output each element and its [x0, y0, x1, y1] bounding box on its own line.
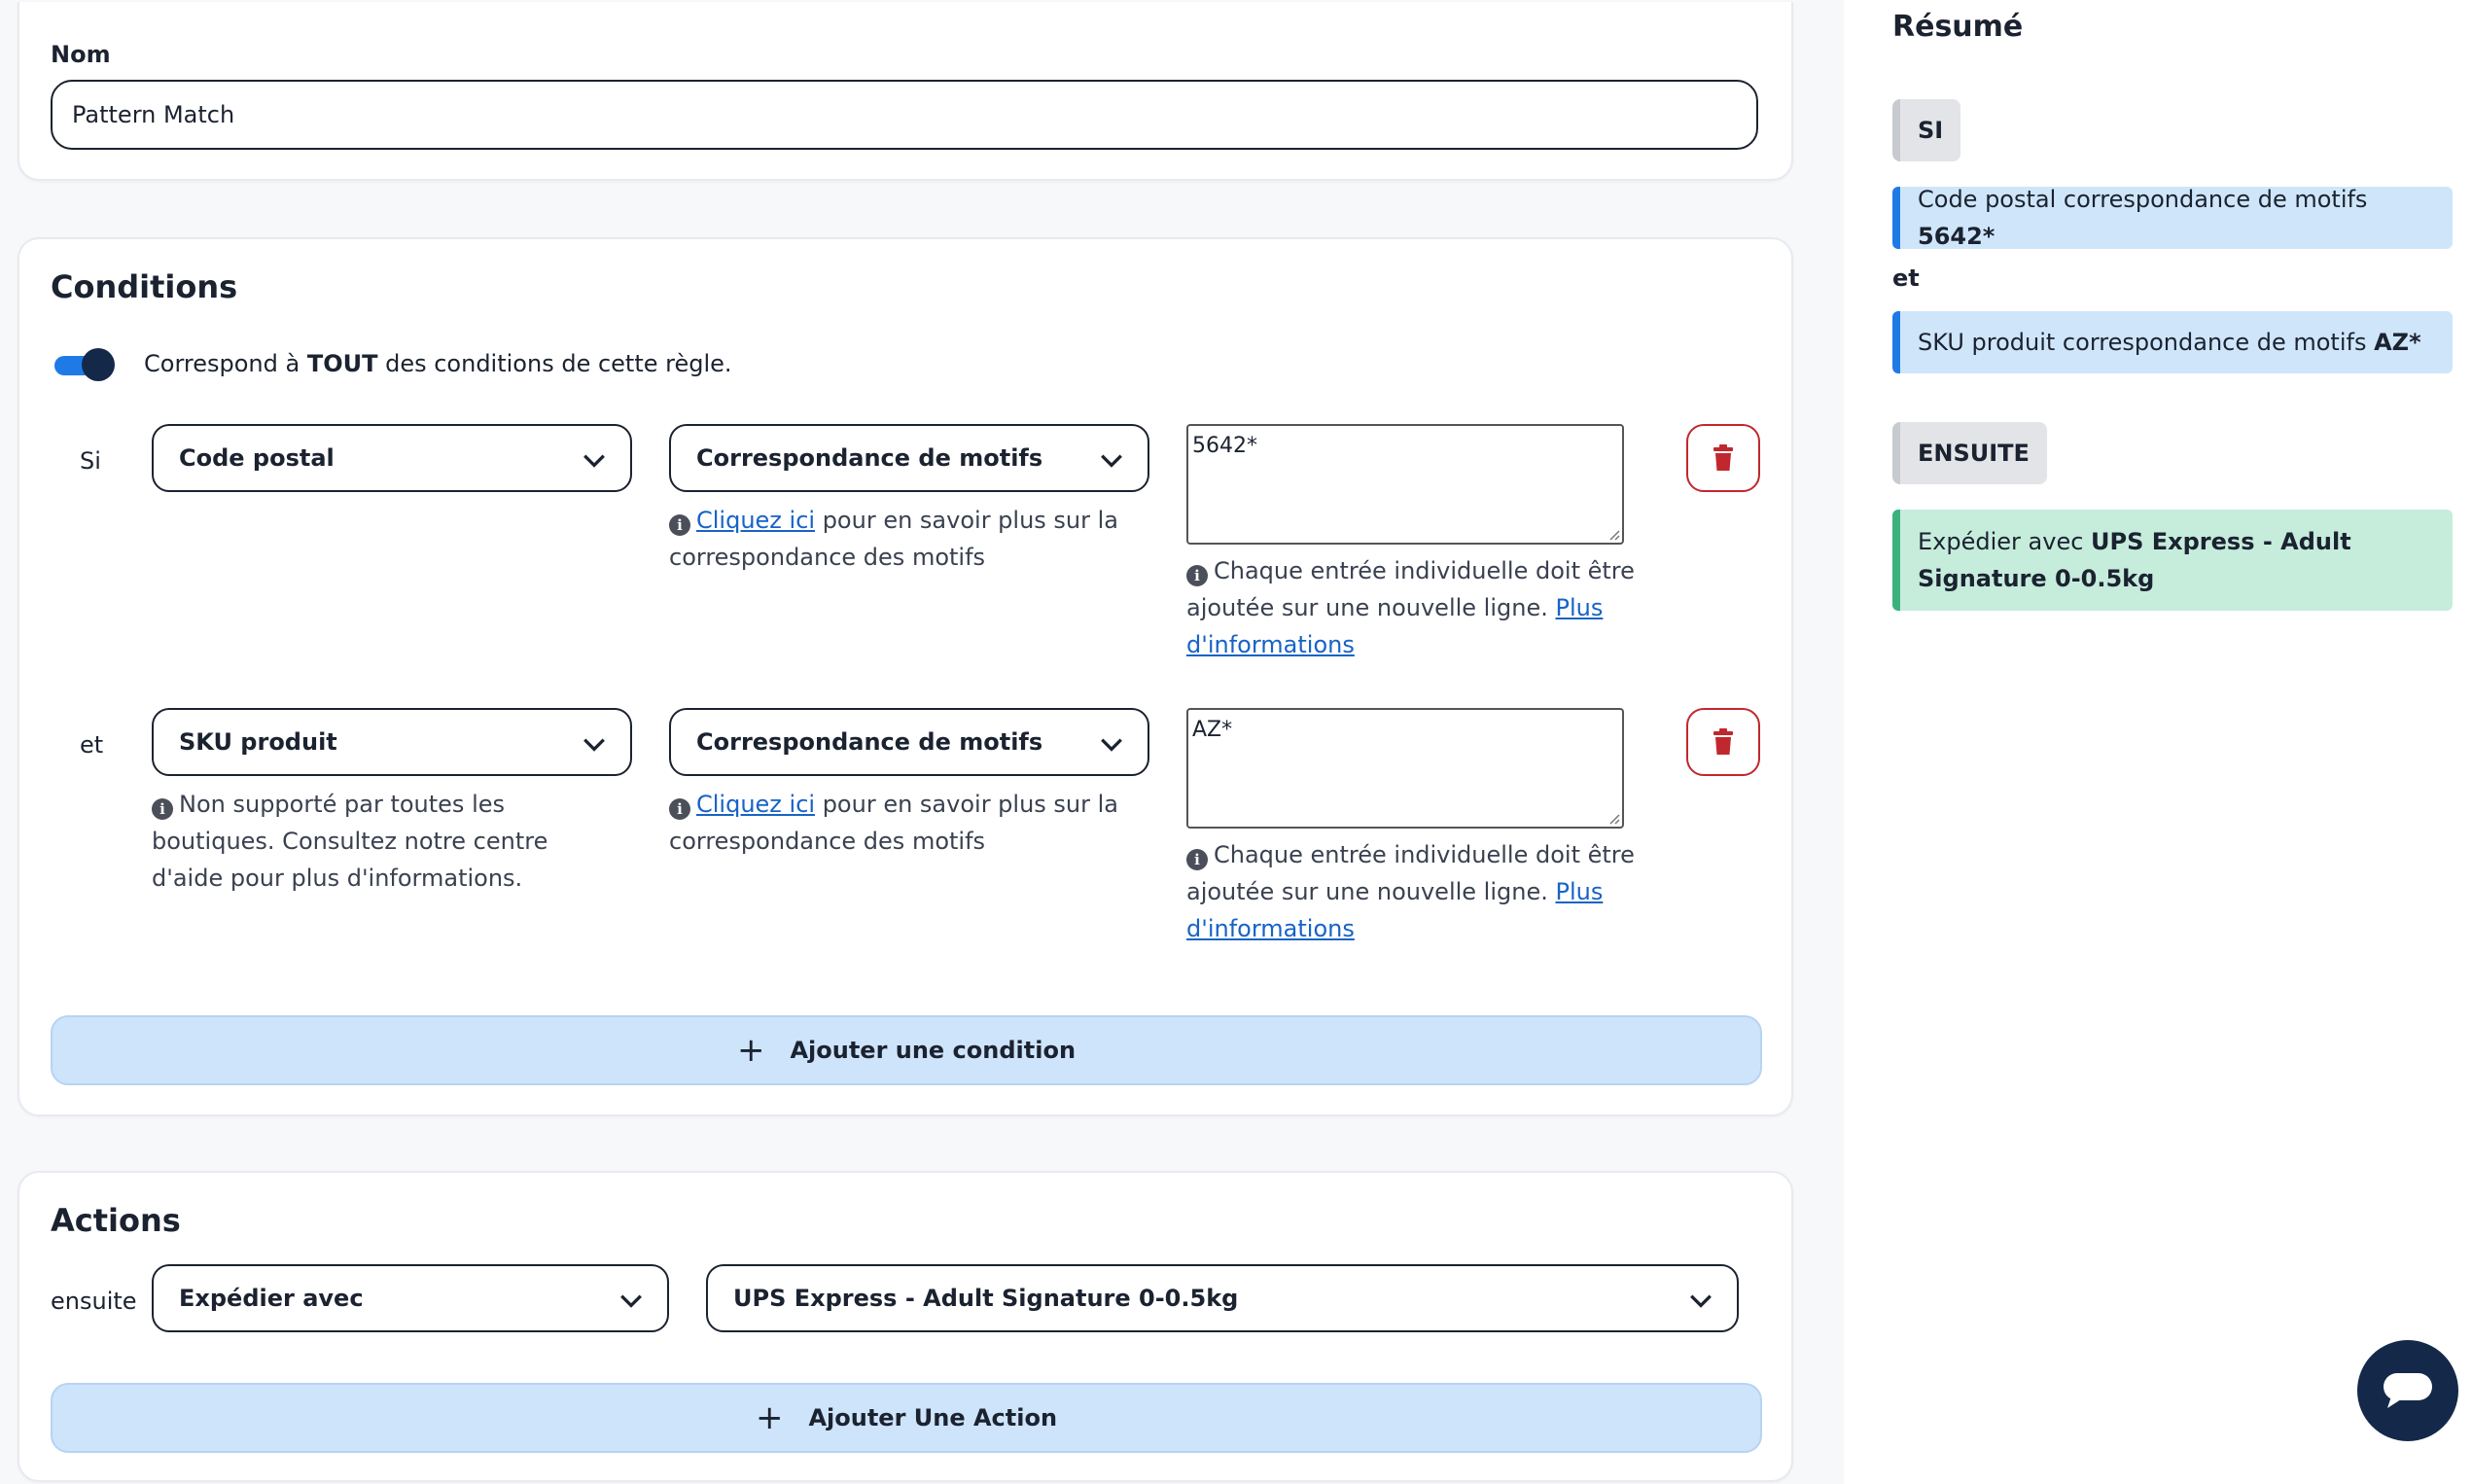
select-value: Correspondance de motifs: [696, 444, 1043, 472]
condition-value-textarea[interactable]: 5642*: [1186, 424, 1624, 545]
chevron-down-icon: [1101, 454, 1122, 468]
actions-card: Actions ensuite Expédier avec UPS Expres…: [18, 1171, 1793, 1482]
chat-button[interactable]: [2357, 1340, 2458, 1441]
chevron-down-icon: [1690, 1294, 1712, 1308]
plus-icon: +: [736, 1031, 765, 1070]
summary-action-text: Expédier avec: [1918, 528, 2092, 555]
condition-field-select[interactable]: SKU produit: [152, 708, 632, 776]
summary-condition-value: 5642*: [1918, 223, 1995, 250]
actions-title: Actions: [51, 1202, 181, 1239]
value-help: i Chaque entrée individuelle doit être aj…: [1186, 836, 1643, 947]
condition-value-textarea[interactable]: AZ*: [1186, 708, 1624, 829]
trash-icon: [1713, 728, 1733, 755]
summary-title: Résumé: [1892, 10, 2024, 44]
trash-icon: [1713, 444, 1733, 471]
then-badge: ENSUITE: [1892, 422, 2047, 484]
resize-handle-icon[interactable]: [1607, 811, 1620, 825]
summary-action: Expédier avec UPS Express - Adult Signat…: [1892, 510, 2453, 611]
info-icon: i: [669, 514, 690, 536]
info-icon: i: [669, 798, 690, 820]
select-value: Expédier avec: [179, 1285, 364, 1312]
info-icon: i: [152, 798, 173, 820]
delete-condition-button[interactable]: [1686, 708, 1760, 776]
chevron-down-icon: [620, 1294, 642, 1308]
summary-condition: Code postal correspondance de motifs 564…: [1892, 186, 2453, 250]
conditions-card: Conditions Correspond à TOUT des conditi…: [18, 237, 1793, 1116]
plus-icon: +: [755, 1398, 784, 1437]
condition-operator-select[interactable]: Correspondance de motifs: [669, 708, 1149, 776]
add-action-button[interactable]: + Ajouter Une Action: [51, 1383, 1762, 1453]
action-row-label: ensuite: [51, 1288, 137, 1315]
summary-condition-text: SKU produit correspondance de motifs: [1918, 329, 2375, 356]
add-condition-label: Ajouter une condition: [790, 1037, 1077, 1064]
condition-row-label: Si: [80, 447, 101, 475]
summary-condition-text: Code postal correspondance de motifs: [1918, 186, 2368, 213]
match-suffix: des conditions de cette règle.: [377, 350, 732, 377]
value-help: i Chaque entrée individuelle doit être aj…: [1186, 552, 1643, 663]
learn-more-link[interactable]: Cliquez ici: [696, 791, 815, 818]
summary-condition: SKU produit correspondance de motifs AZ*: [1892, 311, 2453, 373]
learn-more-link[interactable]: Cliquez ici: [696, 507, 815, 534]
name-card: Nom Pattern Match: [18, 2, 1793, 181]
info-icon: i: [1186, 565, 1208, 586]
chevron-down-icon: [583, 738, 605, 752]
textarea-value: 5642*: [1192, 434, 1257, 458]
resize-handle-icon[interactable]: [1607, 527, 1620, 541]
summary-condition-value: AZ*: [2374, 329, 2421, 356]
field-help: i Non supporté par toutes les boutiques. …: [152, 786, 609, 897]
match-all-text: Correspond à TOUT des conditions de cett…: [144, 350, 732, 377]
delete-condition-button[interactable]: [1686, 424, 1760, 492]
add-action-label: Ajouter Une Action: [808, 1404, 1058, 1431]
toggle-knob: [82, 348, 115, 381]
name-label: Nom: [51, 41, 111, 68]
condition-field-select[interactable]: Code postal: [152, 424, 632, 492]
action-type-select[interactable]: Expédier avec: [152, 1264, 669, 1332]
field-help-text: Non supporté par toutes les boutiques. C…: [152, 791, 548, 892]
operator-help: i Cliquez ici pour en savoir plus sur la …: [669, 502, 1126, 576]
if-badge: SI: [1892, 99, 1961, 161]
name-input[interactable]: Pattern Match: [51, 80, 1758, 150]
select-value: UPS Express - Adult Signature 0-0.5kg: [733, 1285, 1239, 1312]
add-condition-button[interactable]: + Ajouter une condition: [51, 1015, 1762, 1085]
chevron-down-icon: [1101, 738, 1122, 752]
chevron-down-icon: [583, 454, 605, 468]
match-all-toggle[interactable]: [54, 348, 115, 381]
info-icon: i: [1186, 849, 1208, 870]
select-value: SKU produit: [179, 728, 337, 756]
chat-icon: [2384, 1373, 2432, 1408]
match-prefix: Correspond à: [144, 350, 307, 377]
shipping-service-select[interactable]: UPS Express - Adult Signature 0-0.5kg: [706, 1264, 1739, 1332]
select-value: Correspondance de motifs: [696, 728, 1043, 756]
summary-sidebar: Résumé SI Code postal correspondance de …: [1844, 0, 2472, 1484]
textarea-value: AZ*: [1192, 718, 1233, 742]
conditions-title: Conditions: [51, 268, 238, 305]
summary-and-label: et: [1892, 265, 1920, 292]
condition-operator-select[interactable]: Correspondance de motifs: [669, 424, 1149, 492]
condition-row-label: et: [80, 731, 104, 759]
select-value: Code postal: [179, 444, 335, 472]
operator-help: i Cliquez ici pour en savoir plus sur la …: [669, 786, 1126, 860]
match-bold: TOUT: [306, 350, 378, 377]
